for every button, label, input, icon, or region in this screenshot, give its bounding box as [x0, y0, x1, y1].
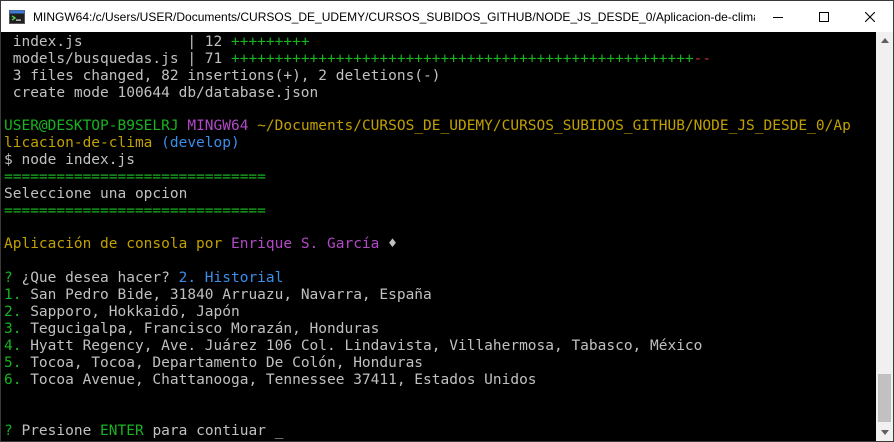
- scroll-down-button[interactable]: [876, 424, 893, 441]
- chevron-down-icon: [880, 430, 889, 435]
- selected-answer: 2. Historial: [178, 270, 284, 286]
- history-item[interactable]: 5. Tocoa, Tocoa, Departamento De Colón, …: [4, 355, 423, 372]
- terminal-window: MINGW64:/c/Users/USER/Documents/CURSOS_D…: [0, 0, 894, 442]
- prompt-branch: (develop): [161, 135, 240, 151]
- question-line: ? ¿Que desea hacer? 2. Historial: [4, 270, 284, 286]
- history-item[interactable]: 3. Tegucigalpa, Francisco Morazán, Hondu…: [4, 321, 379, 338]
- minimize-icon: [773, 16, 783, 18]
- terminal-output[interactable]: index.js | 12 +++++++++ models/busquedas…: [1, 32, 878, 441]
- question-mark-icon: ?: [4, 270, 13, 286]
- command-line: $ node index.js: [4, 152, 135, 168]
- mingw-app-icon: [9, 9, 25, 25]
- history-item[interactable]: 6. Tocoa Avenue, Chattanooga, Tennessee …: [4, 372, 537, 389]
- enter-key-label: ENTER: [100, 423, 144, 439]
- close-button[interactable]: [847, 1, 893, 32]
- scroll-up-button[interactable]: [876, 32, 893, 49]
- text-cursor: _: [274, 423, 284, 439]
- git-stat-line: models/busquedas.js | 71 +++++++++++++++…: [4, 51, 712, 67]
- git-create-line: create mode 100644 db/database.json: [4, 85, 319, 101]
- minimize-button[interactable]: [755, 1, 801, 32]
- maximize-button[interactable]: [801, 1, 847, 32]
- git-stat-line: index.js | 12 +++++++++: [4, 34, 310, 50]
- prompt-env: MINGW64: [187, 118, 249, 134]
- enter-prompt-line[interactable]: ? Presione ENTER para contiuar _: [4, 423, 283, 440]
- shell-prompt-line: USER@DESKTOP-B9SELRJ MINGW64 ~/Documents…: [4, 118, 851, 135]
- history-item[interactable]: 4. Hyatt Regency, Ave. Juárez 106 Col. L…: [4, 338, 702, 355]
- author-name: Enrique S. García: [230, 236, 380, 252]
- history-item[interactable]: 2. Sapporo, Hokkaidō, Japón: [4, 304, 240, 321]
- close-icon: [865, 11, 875, 22]
- separator-top: ==============================: [4, 169, 266, 185]
- scroll-thumb[interactable]: [878, 374, 891, 422]
- maximize-icon: [819, 11, 829, 22]
- diamond-icon: ♦: [388, 236, 397, 252]
- title-bar[interactable]: MINGW64:/c/Users/USER/Documents/CURSOS_D…: [1, 1, 893, 32]
- vertical-scrollbar[interactable]: [876, 32, 893, 441]
- prompt-user: USER@DESKTOP-B9SELRJ: [4, 118, 179, 134]
- prompt-path: ~/Documents/CURSOS_DE_UDEMY/CURSOS_SUBID…: [257, 118, 851, 134]
- history-item[interactable]: 1. San Pedro Bide, 31840 Arruazu, Navarr…: [4, 287, 432, 304]
- separator-bottom: ==============================: [4, 203, 266, 219]
- app-credit-line: Aplicación de consola por Enrique S. Gar…: [4, 236, 397, 252]
- menu-title: Seleccione una opcion: [4, 186, 188, 202]
- window-title: MINGW64:/c/Users/USER/Documents/CURSOS_D…: [33, 9, 755, 24]
- shell-prompt-line-wrap: licacion-de-clima (develop): [4, 135, 240, 151]
- chevron-up-icon: [880, 38, 889, 43]
- git-summary-line: 3 files changed, 82 insertions(+), 2 del…: [4, 68, 441, 84]
